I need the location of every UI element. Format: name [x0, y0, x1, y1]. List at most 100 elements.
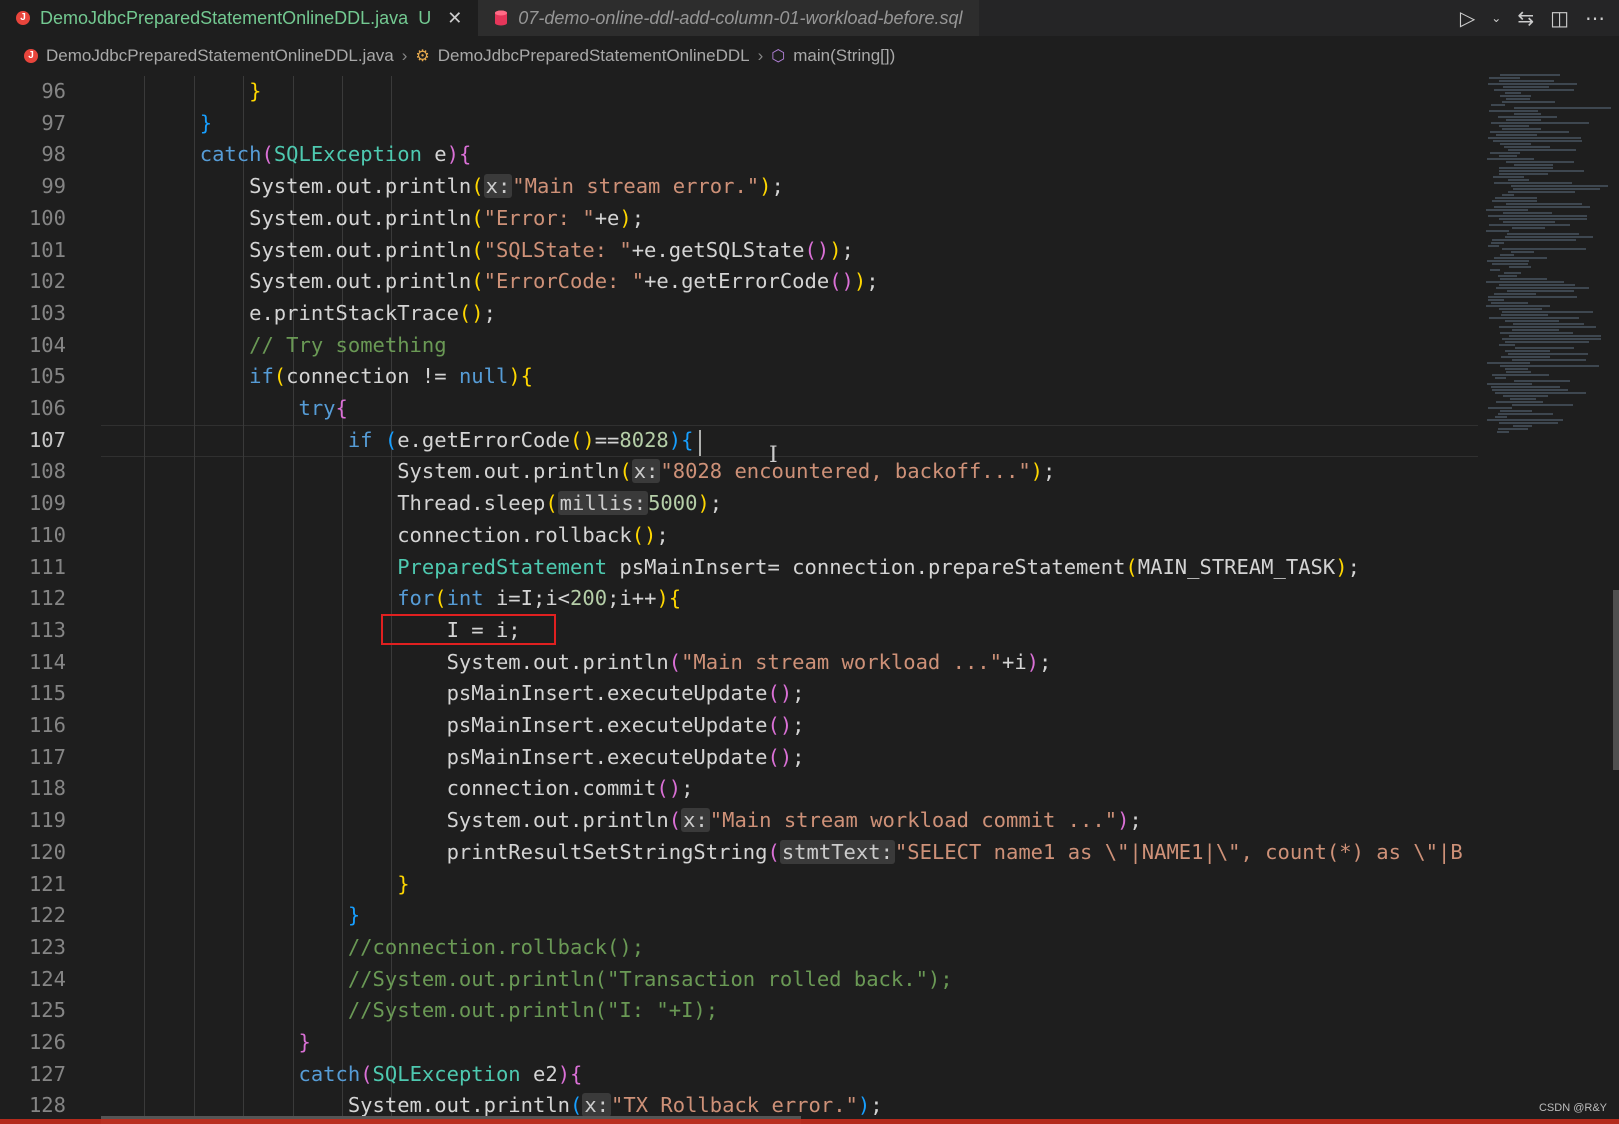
minimap-line	[1500, 332, 1573, 334]
code-token: stmtText:	[779, 839, 895, 864]
line-number: 110	[28, 522, 66, 547]
progress-strip	[0, 1119, 1619, 1124]
code-token: {	[520, 364, 533, 389]
code-line: 119 System.out.println(x:"Main stream wo…	[0, 805, 1478, 837]
code-token: connection !=	[286, 364, 459, 389]
minimap-line	[1499, 308, 1542, 310]
split-editor-icon[interactable]: ◫	[1550, 6, 1569, 31]
minimap-line	[1499, 173, 1548, 175]
code-token: 8028	[619, 427, 669, 452]
code-token: x:	[681, 808, 710, 833]
code-token: e.getErrorCode	[397, 427, 571, 452]
minimap-line	[1486, 209, 1528, 211]
code-token: (	[384, 427, 398, 452]
minimap-line	[1495, 416, 1507, 418]
minimap-line	[1500, 410, 1532, 412]
code-token: )	[619, 205, 632, 230]
code-text: }	[101, 108, 212, 140]
code-text: catch(SQLException e){	[101, 139, 472, 171]
minimap-line	[1488, 215, 1587, 217]
minimap-line	[1492, 200, 1537, 202]
code-token: PreparedStatement	[397, 554, 608, 579]
source-control-icon[interactable]: ⇆	[1517, 6, 1534, 31]
run-icon[interactable]: ▷	[1460, 6, 1475, 31]
minimap-line	[1487, 260, 1529, 262]
code-line: 118 connection.commit();	[0, 773, 1478, 805]
close-icon[interactable]: ✕	[447, 8, 462, 29]
tab-java-file[interactable]: J DemoJdbcPreparedStatementOnlineDDL.jav…	[0, 0, 479, 36]
minimap-line	[1491, 302, 1528, 304]
minimap-line	[1490, 269, 1500, 271]
code-token: e2	[520, 1061, 558, 1086]
minimap[interactable]	[1480, 70, 1619, 1116]
minimap-line	[1498, 116, 1557, 118]
breadcrumb-class[interactable]: DemoJdbcPreparedStatementOnlineDDL	[438, 46, 750, 66]
minimap-line	[1496, 287, 1589, 289]
code-token: catch	[298, 1061, 361, 1086]
code-token: +e.getErrorCode	[644, 269, 830, 294]
code-line: 107 if (e.getErrorCode()==8028){	[0, 425, 1478, 457]
minimap-line	[1506, 203, 1582, 205]
minimap-line	[1504, 146, 1550, 148]
code-token: )	[853, 269, 867, 294]
breadcrumb: J DemoJdbcPreparedStatementOnlineDDL.jav…	[0, 36, 1619, 76]
minimap-line	[1490, 131, 1569, 133]
minimap-line	[1491, 122, 1589, 124]
code-line: 99 System.out.println(x:"Main stream err…	[0, 171, 1478, 203]
code-editor[interactable]: 96 } 97 } 98 catch(SQLException e){99 Syst…	[0, 76, 1478, 1116]
line-number: 127	[28, 1061, 66, 1086]
code-token: )	[1030, 459, 1044, 484]
code-token: ;	[656, 522, 669, 547]
code-token: (	[273, 364, 287, 389]
minimap-line	[1514, 380, 1570, 382]
breadcrumb-method[interactable]: main(String[])	[793, 46, 895, 66]
code-token: x:	[582, 1093, 612, 1116]
code-token: ;i++	[607, 586, 657, 611]
code-text: //System.out.println("I: "+I);	[101, 995, 718, 1027]
code-token: try	[298, 396, 336, 420]
code-line: 109 Thread.sleep(millis:5000);	[0, 488, 1478, 520]
minimap-line	[1491, 386, 1560, 388]
code-token: ==	[594, 427, 620, 452]
code-line: 110 connection.rollback();	[0, 520, 1478, 552]
code-token: (	[619, 459, 632, 484]
minimap-line	[1513, 188, 1600, 190]
minimap-line	[1505, 350, 1550, 352]
code-token: "Error: "	[483, 205, 595, 230]
code-token: )	[697, 491, 710, 516]
line-number: 101	[28, 237, 66, 262]
minimap-line	[1499, 218, 1587, 220]
more-actions-icon[interactable]: ⋯	[1585, 6, 1605, 31]
line-number: 107	[28, 427, 66, 452]
minimap-line	[1514, 113, 1541, 115]
code-token: (	[471, 269, 484, 294]
run-dropdown-icon[interactable]: ⌄	[1491, 11, 1501, 25]
minimap-line	[1491, 242, 1504, 244]
code-token: }	[298, 1030, 311, 1054]
minimap-line	[1506, 371, 1531, 373]
minimap-line	[1502, 338, 1601, 340]
line-number: 106	[28, 396, 66, 420]
tab-sql-file-label: 07-demo-online-ddl-add-column-01-workloa…	[518, 7, 963, 28]
code-token: ()	[767, 744, 793, 769]
vertical-scrollbar[interactable]	[1613, 590, 1619, 770]
minimap-line	[1488, 245, 1499, 247]
minimap-line	[1494, 293, 1536, 295]
code-token: "ErrorCode: "	[483, 269, 645, 294]
line-number: 105	[28, 364, 66, 389]
minimap-line	[1499, 170, 1584, 172]
code-token: System.out.println	[101, 459, 620, 484]
minimap-line	[1495, 377, 1506, 379]
code-text: System.out.println("ErrorCode: "+e.getEr…	[101, 266, 878, 298]
code-token: SQLException	[273, 142, 422, 167]
tab-sql-file[interactable]: 07-demo-online-ddl-add-column-01-workloa…	[478, 0, 979, 36]
breadcrumb-file[interactable]: DemoJdbcPreparedStatementOnlineDDL.java	[46, 46, 394, 66]
minimap-line	[1487, 158, 1534, 160]
database-icon	[495, 10, 508, 26]
